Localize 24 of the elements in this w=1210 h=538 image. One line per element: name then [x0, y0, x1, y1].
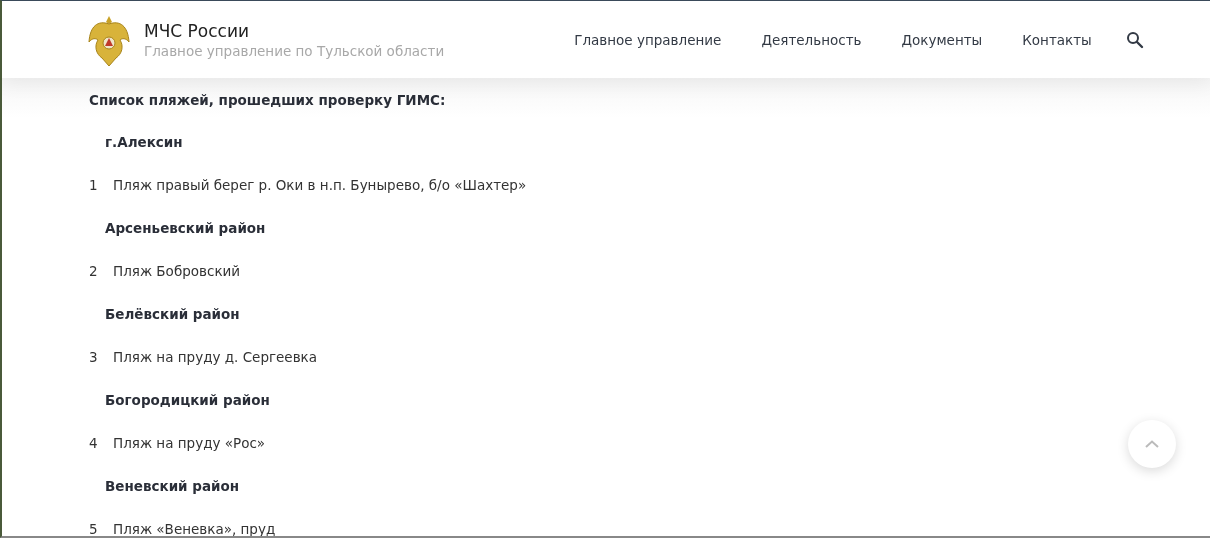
- beach-name: Пляж на пруду д. Сергеевка: [113, 348, 318, 365]
- nav-link[interactable]: Деятельность: [741, 31, 882, 48]
- item-number: 4: [89, 434, 99, 451]
- search-icon[interactable]: [1125, 30, 1144, 49]
- beach-name: Пляж правый берег р. Оки в н.п. Бунырево, б/о «Шахтер»: [113, 176, 527, 193]
- nav-link[interactable]: Документы: [881, 31, 1003, 48]
- district-heading: Белёвский район: [105, 305, 240, 322]
- district-heading: Веневский район: [105, 477, 240, 494]
- district-heading: Арсеньевский район: [105, 219, 266, 236]
- nav-link[interactable]: Контакты: [1002, 31, 1112, 48]
- beach-name: Пляж «Веневка», пруд: [113, 520, 276, 536]
- item-number: 5: [89, 520, 99, 536]
- district-heading: Богородицкий район: [105, 391, 270, 408]
- site-title[interactable]: МЧС России: [144, 20, 445, 41]
- nav-link[interactable]: Главное управление: [554, 31, 742, 48]
- item-number: 1: [89, 176, 99, 193]
- site-subtitle: Главное управление по Тульской области: [144, 42, 445, 59]
- item-number: 3: [89, 348, 99, 365]
- beach-name: Пляж Бобровский: [113, 262, 241, 279]
- beach-name: Пляж на пруду «Рос»: [113, 434, 266, 451]
- list-title: Список пляжей, прошедших проверку ГИМС:: [89, 91, 447, 110]
- item-number: 2: [89, 262, 99, 279]
- district-heading: г.Алексин: [105, 133, 183, 150]
- chevron-up-icon: [1145, 440, 1159, 448]
